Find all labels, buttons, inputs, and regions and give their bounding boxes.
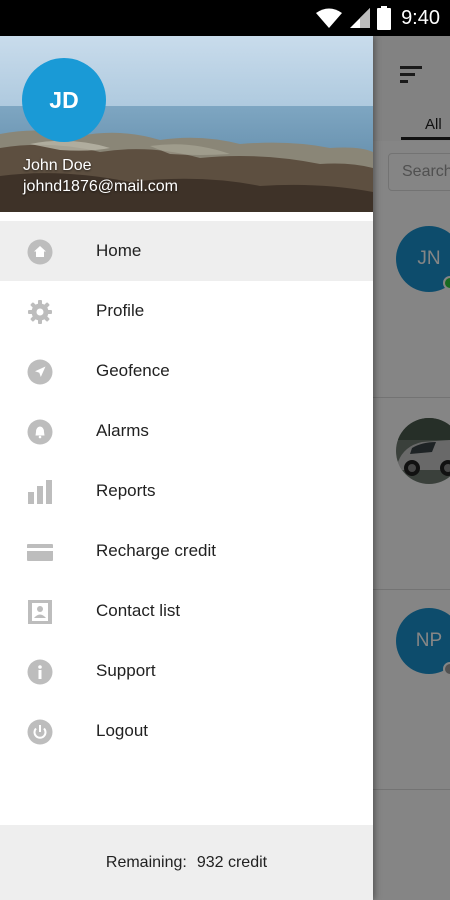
menu-item-reports[interactable]: Reports bbox=[0, 461, 373, 521]
menu-item-label: Profile bbox=[96, 301, 145, 320]
bell-icon bbox=[27, 419, 53, 445]
bar-chart-icon bbox=[28, 480, 52, 504]
menu-item-label: Support bbox=[96, 661, 156, 680]
credit-footer: Remaining: 932 credit bbox=[0, 825, 373, 900]
drawer-header: JD John Doe johnd1876@mail.com bbox=[0, 36, 373, 212]
wifi-icon bbox=[316, 8, 343, 28]
menu-item-geofence[interactable]: Geofence bbox=[0, 341, 373, 401]
status-bar: 9:40 bbox=[0, 0, 450, 36]
menu-item-label: Reports bbox=[96, 481, 156, 500]
menu-item-contact-list[interactable]: Contact list bbox=[0, 581, 373, 641]
menu-item-home[interactable]: Home bbox=[0, 221, 373, 281]
menu-item-recharge-credit[interactable]: Recharge credit bbox=[0, 521, 373, 581]
contact-card-icon bbox=[28, 600, 52, 624]
menu-item-logout[interactable]: Logout bbox=[0, 701, 373, 761]
user-avatar[interactable]: JD bbox=[22, 58, 106, 142]
signal-icon bbox=[350, 8, 371, 28]
menu-item-profile[interactable]: Profile bbox=[0, 281, 373, 341]
navigation-icon bbox=[27, 359, 53, 385]
gear-icon bbox=[28, 300, 52, 324]
menu-item-label: Recharge credit bbox=[96, 541, 217, 560]
drawer-scrim[interactable] bbox=[373, 36, 450, 900]
power-icon bbox=[27, 719, 53, 745]
battery-icon bbox=[377, 6, 392, 30]
info-icon bbox=[27, 659, 53, 685]
credit-value: 932 credit bbox=[196, 853, 268, 871]
drawer-menu: Home Profile Geofence Alarms Reports Rec… bbox=[0, 221, 373, 761]
menu-item-support[interactable]: Support bbox=[0, 641, 373, 701]
user-name: John Doe bbox=[23, 157, 92, 174]
menu-item-label: Contact list bbox=[96, 601, 181, 620]
navigation-drawer: JD John Doe johnd1876@mail.com Home Prof… bbox=[0, 36, 373, 900]
credit-label: Remaining: bbox=[105, 853, 187, 871]
menu-item-label: Geofence bbox=[96, 361, 170, 380]
home-icon bbox=[27, 239, 53, 265]
menu-item-label: Logout bbox=[96, 721, 148, 740]
user-email: johnd1876@mail.com bbox=[23, 178, 178, 195]
credit-card-icon bbox=[27, 544, 53, 561]
menu-item-label: Home bbox=[96, 241, 142, 260]
menu-item-label: Alarms bbox=[96, 421, 149, 440]
menu-item-alarms[interactable]: Alarms bbox=[0, 401, 373, 461]
clock: 9:40 bbox=[401, 6, 440, 29]
